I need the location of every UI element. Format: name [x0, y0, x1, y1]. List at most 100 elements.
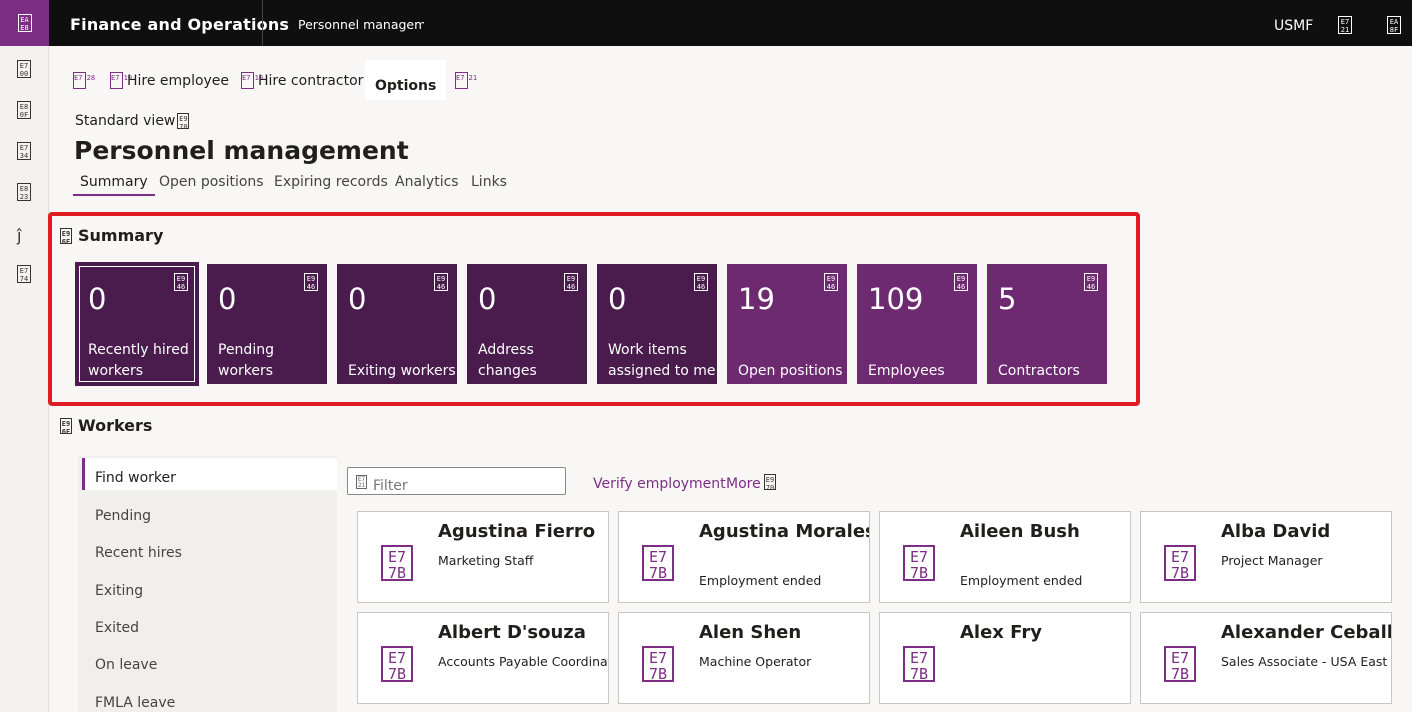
- hamburger-icon: E7 00: [17, 60, 31, 78]
- filter-box[interactable]: E7 21: [347, 467, 566, 495]
- tab-links[interactable]: Links: [464, 174, 514, 194]
- hire-contractor-button[interactable]: E7 10 Hire contractor: [241, 72, 366, 89]
- tile-pin-button[interactable]: E9 46: [694, 273, 708, 293]
- filter-input[interactable]: [373, 478, 558, 494]
- person-icon: E7 7B: [903, 646, 935, 682]
- tab-summary[interactable]: Summary: [73, 174, 155, 196]
- tile-count: 0: [608, 282, 627, 316]
- tile-pin-button[interactable]: E9 46: [954, 273, 968, 293]
- app-title[interactable]: Finance and Operations: [70, 15, 289, 34]
- worker-role: Machine Operator: [699, 654, 812, 669]
- list-item-on-leave[interactable]: On leave: [95, 657, 157, 673]
- pin-icon: E9 46: [434, 273, 448, 291]
- pin-icon: E9 46: [564, 273, 578, 291]
- worker-card[interactable]: E7 7B Alex Fry: [879, 612, 1131, 704]
- verify-employment-button[interactable]: Verify employment: [593, 476, 726, 492]
- worker-card[interactable]: E7 7B Agustina Morales Employment ended: [618, 511, 870, 603]
- worker-name: Aileen Bush: [960, 521, 1080, 542]
- list-item-pending[interactable]: Pending: [95, 508, 151, 524]
- tile-count: 0: [478, 282, 497, 316]
- worker-card[interactable]: E7 7B Albert D'souza Accounts Payable Co…: [357, 612, 609, 704]
- worker-card[interactable]: E7 7B Agustina Fierro Marketing Staff: [357, 511, 609, 603]
- list-icon: E7 74: [17, 265, 31, 283]
- worker-card[interactable]: E7 7B Alexander Ceballos Sales Associate…: [1140, 612, 1392, 704]
- list-item-recent-hires[interactable]: Recent hires: [95, 545, 182, 561]
- list-item-exiting[interactable]: Exiting: [95, 583, 143, 599]
- nav-home-button[interactable]: E8 0F: [17, 101, 31, 121]
- action-search-button[interactable]: E7 21: [455, 72, 477, 89]
- company-picker[interactable]: USMF: [1274, 18, 1313, 34]
- tab-analytics[interactable]: Analytics: [388, 174, 466, 194]
- worker-name: Albert D'souza: [438, 622, 586, 643]
- worker-name: Agustina Morales: [699, 521, 870, 542]
- more-button[interactable]: More: [726, 476, 761, 492]
- worker-role: Project Manager: [1221, 553, 1323, 568]
- app-launcher-button[interactable]: EA E8: [0, 0, 49, 46]
- tile-contractors[interactable]: 5 E9 46 Contractors: [987, 264, 1107, 384]
- nav-favorites-button[interactable]: E7 34: [17, 142, 31, 162]
- tile-employees[interactable]: 109 E9 46 Employees: [857, 264, 977, 384]
- more-dropdown[interactable]: E9 70: [764, 474, 776, 494]
- tile-open-positions[interactable]: 19 E9 46 Open positions: [727, 264, 847, 384]
- person-icon: E7 7B: [381, 545, 413, 581]
- breadcrumb[interactable]: Personnel management: [298, 17, 424, 32]
- tab-expiring-records[interactable]: Expiring records: [267, 174, 395, 194]
- action-pane: E7 28 E7 10 Hire employee E7 10 Hire con…: [49, 60, 1412, 100]
- tile-label: Employees: [868, 363, 945, 379]
- help-button[interactable]: E7 21: [1338, 16, 1352, 36]
- tile-count: 0: [88, 282, 107, 316]
- tab-options[interactable]: Options: [365, 60, 447, 100]
- settings-button[interactable]: EA 8F: [1387, 16, 1401, 36]
- list-item-exited[interactable]: Exited: [95, 620, 139, 636]
- tile-pin-button[interactable]: E9 46: [1084, 273, 1098, 293]
- tile-pin-button[interactable]: E9 46: [434, 273, 448, 293]
- person-icon: E7 7B: [903, 545, 935, 581]
- worker-role: Employment ended: [699, 573, 822, 588]
- person-icon: E7 7B: [1164, 545, 1196, 581]
- action-menu-button[interactable]: E7 28: [73, 72, 95, 89]
- nav-recent-button[interactable]: E8 23: [17, 183, 31, 203]
- chevron-down-icon: E9 70: [177, 113, 190, 131]
- nav-modules-button[interactable]: E7 74: [17, 265, 31, 285]
- tab-open-positions[interactable]: Open positions: [152, 174, 271, 194]
- help-icon: E7 21: [1338, 16, 1352, 34]
- waffle-icon: EA E8: [17, 14, 32, 32]
- tile-exiting-workers[interactable]: 0 E9 46 Exiting workers: [337, 264, 457, 384]
- tile-recently-hired[interactable]: 0 E9 46 Recently hired workers: [75, 262, 199, 386]
- tile-count: 5: [998, 282, 1017, 316]
- tile-address-changes[interactable]: 0 E9 46 Address changes: [467, 264, 587, 384]
- workers-title: Workers: [78, 416, 153, 435]
- workers-section-header[interactable]: E9 6E Workers: [60, 416, 153, 436]
- hire-employee-button[interactable]: E7 10 Hire employee: [110, 72, 229, 89]
- summary-section-header[interactable]: E9 6E Summary: [60, 226, 164, 246]
- list-item-find-worker[interactable]: Find worker: [82, 458, 337, 490]
- add-person-icon: E7 10: [241, 72, 263, 89]
- tile-pin-button[interactable]: E9 46: [824, 273, 838, 293]
- search-icon: E7 21: [455, 72, 477, 89]
- nav-workspaces-button[interactable]: ĵ: [17, 226, 21, 245]
- worker-card[interactable]: E7 7B Aileen Bush Employment ended: [879, 511, 1131, 603]
- view-selector[interactable]: Standard view E9 70: [75, 113, 190, 131]
- worker-name: Alex Fry: [960, 622, 1042, 643]
- list-item-fmla-leave[interactable]: FMLA leave: [95, 695, 175, 711]
- hire-contractor-label: Hire contractor: [258, 72, 364, 89]
- person-icon: E7 7B: [642, 646, 674, 682]
- top-bar: EA E8 Finance and Operations Personnel m…: [0, 0, 1412, 46]
- nav-hamburger-button[interactable]: E7 00: [17, 60, 31, 80]
- summary-title: Summary: [78, 226, 164, 245]
- worker-role: Sales Associate - USA East: [1221, 654, 1388, 669]
- search-icon: E7 21: [356, 475, 367, 489]
- pin-icon: E9 46: [304, 273, 318, 291]
- tile-label: Recently hired workers: [88, 342, 189, 379]
- tile-pin-button[interactable]: E9 46: [304, 273, 318, 293]
- clock-icon: E8 23: [17, 183, 31, 201]
- worker-card[interactable]: E7 7B Alba David Project Manager: [1140, 511, 1392, 603]
- tile-pin-button[interactable]: E9 46: [174, 273, 188, 293]
- tile-work-items[interactable]: 0 E9 46 Work items assigned to me: [597, 264, 717, 384]
- workspaces-icon: ĵ: [17, 226, 22, 245]
- worker-name: Alba David: [1221, 521, 1331, 542]
- tile-pin-button[interactable]: E9 46: [564, 273, 578, 293]
- pin-icon: E9 46: [174, 273, 188, 291]
- worker-card[interactable]: E7 7B Alen Shen Machine Operator: [618, 612, 870, 704]
- tile-pending-workers[interactable]: 0 E9 46 Pending workers: [207, 264, 327, 384]
